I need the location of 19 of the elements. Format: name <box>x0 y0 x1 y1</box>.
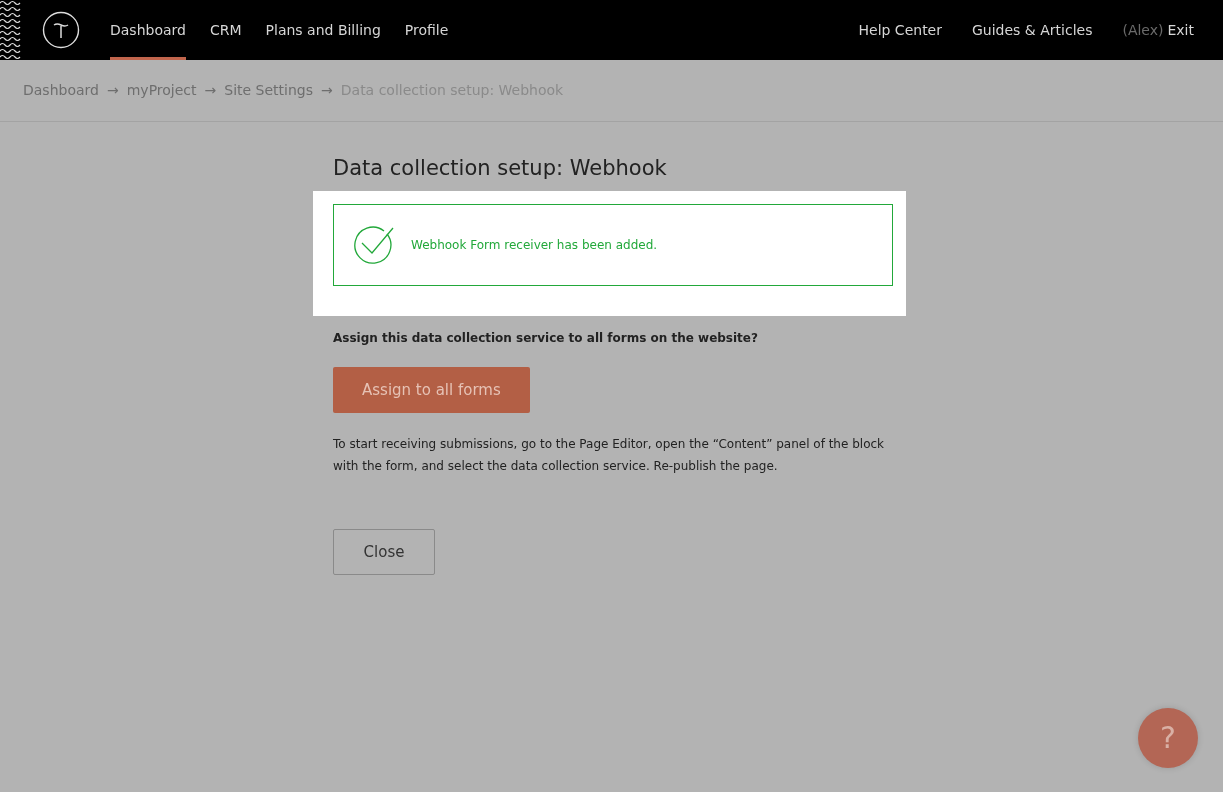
nav-tab[interactable]: Plans and Billing <box>265 0 381 60</box>
page-title: Data collection setup: Webhook <box>333 156 668 182</box>
nav-tab[interactable]: Dashboard <box>110 0 186 60</box>
instructions-text: To start receiving submissions, go to the Page Editor, open the “Content” panel of the block with the form, and select the data collection service. Re-publish the page. <box>333 436 885 476</box>
nav-link[interactable]: Guides & Articles <box>972 19 1093 41</box>
wave-pattern-drawing <box>0 0 21 60</box>
nav-tab[interactable]: CRM <box>209 0 242 60</box>
nav-link[interactable]: Help Center <box>858 19 942 41</box>
user-name: (Alex) <box>1122 20 1164 40</box>
success-message: Webhook Form receiver has been added. <box>411 237 658 255</box>
close-button[interactable]: Close <box>333 529 435 576</box>
breadcrumb-arrow: → <box>204 81 217 100</box>
breadcrumb-arrow: → <box>321 81 333 100</box>
nav-tab[interactable]: Profile <box>404 0 449 60</box>
check-circle-icon <box>354 225 395 265</box>
breadcrumb-arrow: → <box>106 81 119 100</box>
logo-icon[interactable] <box>42 11 80 49</box>
assign-question: Assign this data collection service to all forms on the website? <box>333 330 759 348</box>
exit-link[interactable]: Exit <box>1167 19 1194 41</box>
